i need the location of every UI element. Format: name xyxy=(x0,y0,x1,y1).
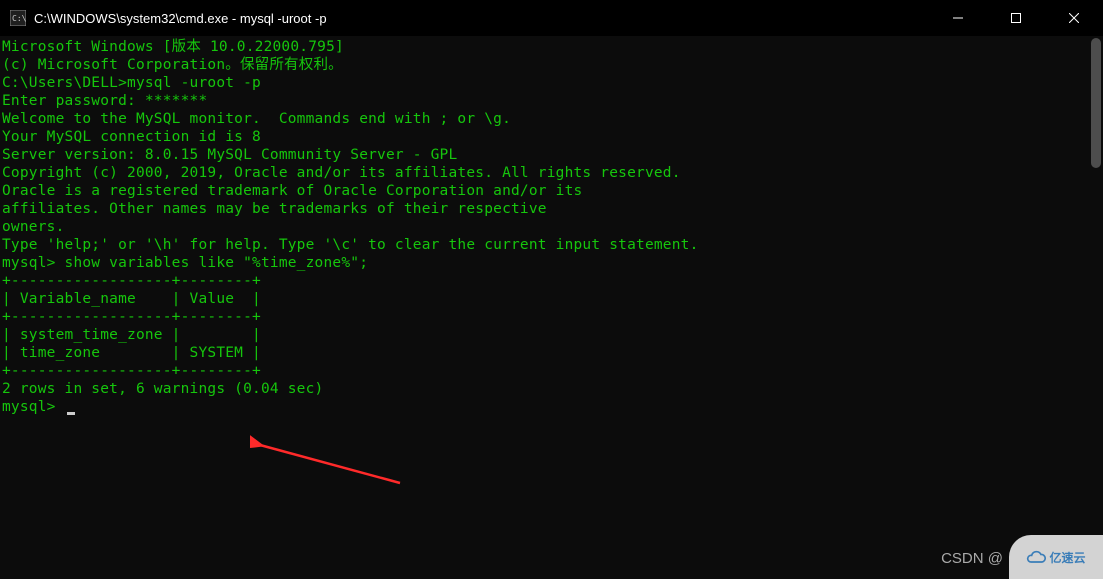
terminal-line: Welcome to the MySQL monitor. Commands e… xyxy=(2,110,1101,128)
terminal-line: Type 'help;' or '\h' for help. Type '\c'… xyxy=(2,236,1101,254)
window-controls xyxy=(929,0,1103,36)
terminal-line: Copyright (c) 2000, 2019, Oracle and/or … xyxy=(2,164,1101,182)
terminal-line: 2 rows in set, 6 warnings (0.04 sec) xyxy=(2,380,1101,398)
terminal-line: affiliates. Other names may be trademark… xyxy=(2,200,1101,218)
terminal-line: mysql> show variables like "%time_zone%"… xyxy=(2,254,1101,272)
logo-watermark: 亿速云 xyxy=(1009,535,1103,579)
terminal-line: C:\Users\DELL>mysql -uroot -p xyxy=(2,74,1101,92)
logo-text: 亿速云 xyxy=(1049,549,1085,566)
window-titlebar: C:\ C:\WINDOWS\system32\cmd.exe - mysql … xyxy=(0,0,1103,36)
terminal-line: (c) Microsoft Corporation。保留所有权利。 xyxy=(2,56,1101,74)
terminal-output[interactable]: Microsoft Windows [版本 10.0.22000.795](c)… xyxy=(0,36,1103,418)
cursor xyxy=(67,412,75,415)
terminal-line: | time_zone | SYSTEM | xyxy=(2,344,1101,362)
terminal-line: | Variable_name | Value | xyxy=(2,290,1101,308)
terminal-line: owners. xyxy=(2,218,1101,236)
minimize-button[interactable] xyxy=(929,0,987,36)
maximize-button[interactable] xyxy=(987,0,1045,36)
terminal-line: | system_time_zone | | xyxy=(2,326,1101,344)
terminal-line: Microsoft Windows [版本 10.0.22000.795] xyxy=(2,38,1101,56)
terminal-line: Your MySQL connection id is 8 xyxy=(2,128,1101,146)
cmd-icon: C:\ xyxy=(10,10,26,26)
terminal-line: +------------------+--------+ xyxy=(2,362,1101,380)
terminal-line: mysql> xyxy=(2,398,1101,416)
svg-text:C:\: C:\ xyxy=(12,14,26,23)
annotation-arrow xyxy=(250,435,410,490)
cloud-icon xyxy=(1026,547,1046,567)
terminal-line: Oracle is a registered trademark of Orac… xyxy=(2,182,1101,200)
terminal-line: +------------------+--------+ xyxy=(2,272,1101,290)
window-title: C:\WINDOWS\system32\cmd.exe - mysql -uro… xyxy=(34,11,929,26)
terminal-line: Server version: 8.0.15 MySQL Community S… xyxy=(2,146,1101,164)
scrollbar-thumb[interactable] xyxy=(1091,38,1101,168)
terminal-line: Enter password: ******* xyxy=(2,92,1101,110)
csdn-watermark: CSDN @ xyxy=(941,550,1003,567)
close-button[interactable] xyxy=(1045,0,1103,36)
terminal-line: +------------------+--------+ xyxy=(2,308,1101,326)
